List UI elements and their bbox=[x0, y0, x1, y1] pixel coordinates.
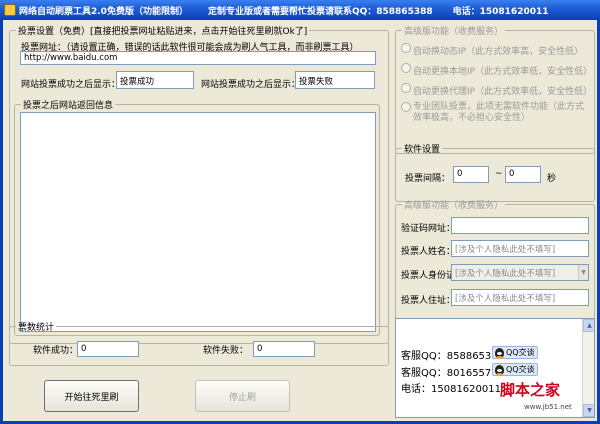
qq-penguin-icon bbox=[495, 347, 504, 359]
interval-label: 投票间隔： bbox=[405, 174, 451, 184]
contact-phone: 电话：15081620011 bbox=[401, 384, 501, 395]
interval-unit: 秒 bbox=[547, 174, 557, 184]
title-bar[interactable]: 网络自动刷票工具2.0免费版（功能限制） 定制专业版或者需要帮忙投票请联系QQ：… bbox=[0, 0, 600, 20]
radio-local-ip[interactable] bbox=[401, 63, 411, 73]
contact-scrollbar[interactable]: ▲ ▼ bbox=[582, 319, 594, 417]
chevron-down-icon[interactable]: ▼ bbox=[578, 265, 588, 280]
radio-pro-team[interactable] bbox=[401, 102, 411, 112]
qq-penguin-icon bbox=[495, 364, 504, 376]
success-display-input[interactable]: 投票成功 bbox=[116, 71, 194, 89]
qq-chat-label-2: QQ交谈 bbox=[506, 365, 535, 374]
option-proxy-ip-label: 自动更换代理IP（此方式效率低，安全性低） bbox=[413, 87, 593, 97]
captcha-label: 验证码网址： bbox=[401, 224, 456, 234]
stats-fail-input[interactable]: 0 bbox=[253, 341, 315, 357]
interval-separator: ~ bbox=[495, 169, 503, 179]
vote-settings-legend: 投票设置（免费）[直接把投票网址粘贴进来，点击开始往死里刷就Ok了] bbox=[18, 27, 308, 37]
watermark-url: www.jb51.net bbox=[524, 403, 572, 411]
stop-button[interactable]: 停止刷 bbox=[195, 380, 290, 412]
voter-address-label: 投票人住址： bbox=[401, 296, 456, 306]
success-display-label: 网站投票成功之后显示： bbox=[21, 80, 121, 90]
voter-name-input[interactable]: [涉及个人隐私此处不填写] bbox=[451, 240, 589, 257]
option-pro-team-label: 专业团队投票，此项无需软件功能（此方式效率极高，不必担心安全性） bbox=[413, 102, 585, 123]
start-button[interactable]: 开始往死里刷 bbox=[44, 380, 139, 412]
captcha-input[interactable] bbox=[451, 217, 589, 234]
radio-dynamic-ip[interactable] bbox=[401, 43, 411, 53]
url-input[interactable]: http://www.baidu.com bbox=[20, 51, 376, 65]
interval-to-input[interactable]: 0 bbox=[505, 166, 541, 183]
stats-legend: 票数统计 bbox=[18, 323, 55, 333]
stats-success-label: 软件成功： bbox=[33, 346, 79, 356]
option-dynamic-ip-label: 自动换动态IP（此方式效率高，安全性低） bbox=[413, 47, 584, 57]
contact-notice: 定制专业版或者需要帮忙投票请联系QQ：858865388 bbox=[207, 6, 433, 17]
scroll-down-icon[interactable]: ▼ bbox=[583, 404, 594, 417]
scroll-up-icon[interactable]: ▲ bbox=[583, 319, 594, 332]
qq-chat-button-1[interactable]: QQ交谈 bbox=[492, 346, 538, 359]
contact-qq-2: 客服QQ：80165577 bbox=[401, 368, 498, 379]
fail-display-label: 网站投票成功之后显示： bbox=[201, 80, 301, 90]
return-info-legend: 投票之后网站返回信息 bbox=[23, 101, 114, 111]
return-info-textarea[interactable] bbox=[20, 112, 376, 332]
main-window: 投票设置（免费）[直接把投票网址粘贴进来，点击开始往死里刷就Ok了] 投票网址：… bbox=[0, 20, 600, 424]
fail-display-input[interactable]: 投票失败 bbox=[295, 71, 375, 89]
contact-qq-1: 客服QQ：858865388 bbox=[401, 351, 505, 362]
voter-id-select[interactable]: [涉及个人隐私此处不填写] bbox=[451, 264, 589, 281]
app-icon bbox=[4, 4, 16, 16]
voter-address-input[interactable]: [涉及个人隐私此处不填写] bbox=[451, 289, 589, 306]
voter-name-label: 投票人姓名： bbox=[401, 247, 456, 257]
option-local-ip-label: 自动更换本地IP（此方式效率低，安全性低） bbox=[413, 67, 593, 77]
advanced-service-legend: 高级版功能（收费服务） bbox=[404, 27, 504, 37]
qq-chat-label-1: QQ交谈 bbox=[506, 348, 535, 357]
contact-panel: 客服QQ：858865388 客服QQ：80165577 电话：15081620… bbox=[395, 318, 595, 418]
window-title: 网络自动刷票工具2.0免费版（功能限制） bbox=[19, 6, 188, 17]
radio-proxy-ip[interactable] bbox=[401, 83, 411, 93]
interval-from-input[interactable]: 0 bbox=[453, 166, 489, 183]
stats-fail-label: 软件失败： bbox=[203, 346, 249, 356]
qq-chat-button-2[interactable]: QQ交谈 bbox=[492, 363, 538, 376]
watermark-logo: 脚本之家 bbox=[500, 381, 561, 399]
phone-notice: 电话：15081620011 bbox=[452, 6, 549, 17]
advanced-features-legend: 高级版功能（收费服务） bbox=[404, 201, 504, 211]
software-settings-legend: 软件设置 bbox=[404, 145, 441, 155]
stats-success-input[interactable]: 0 bbox=[77, 341, 139, 357]
